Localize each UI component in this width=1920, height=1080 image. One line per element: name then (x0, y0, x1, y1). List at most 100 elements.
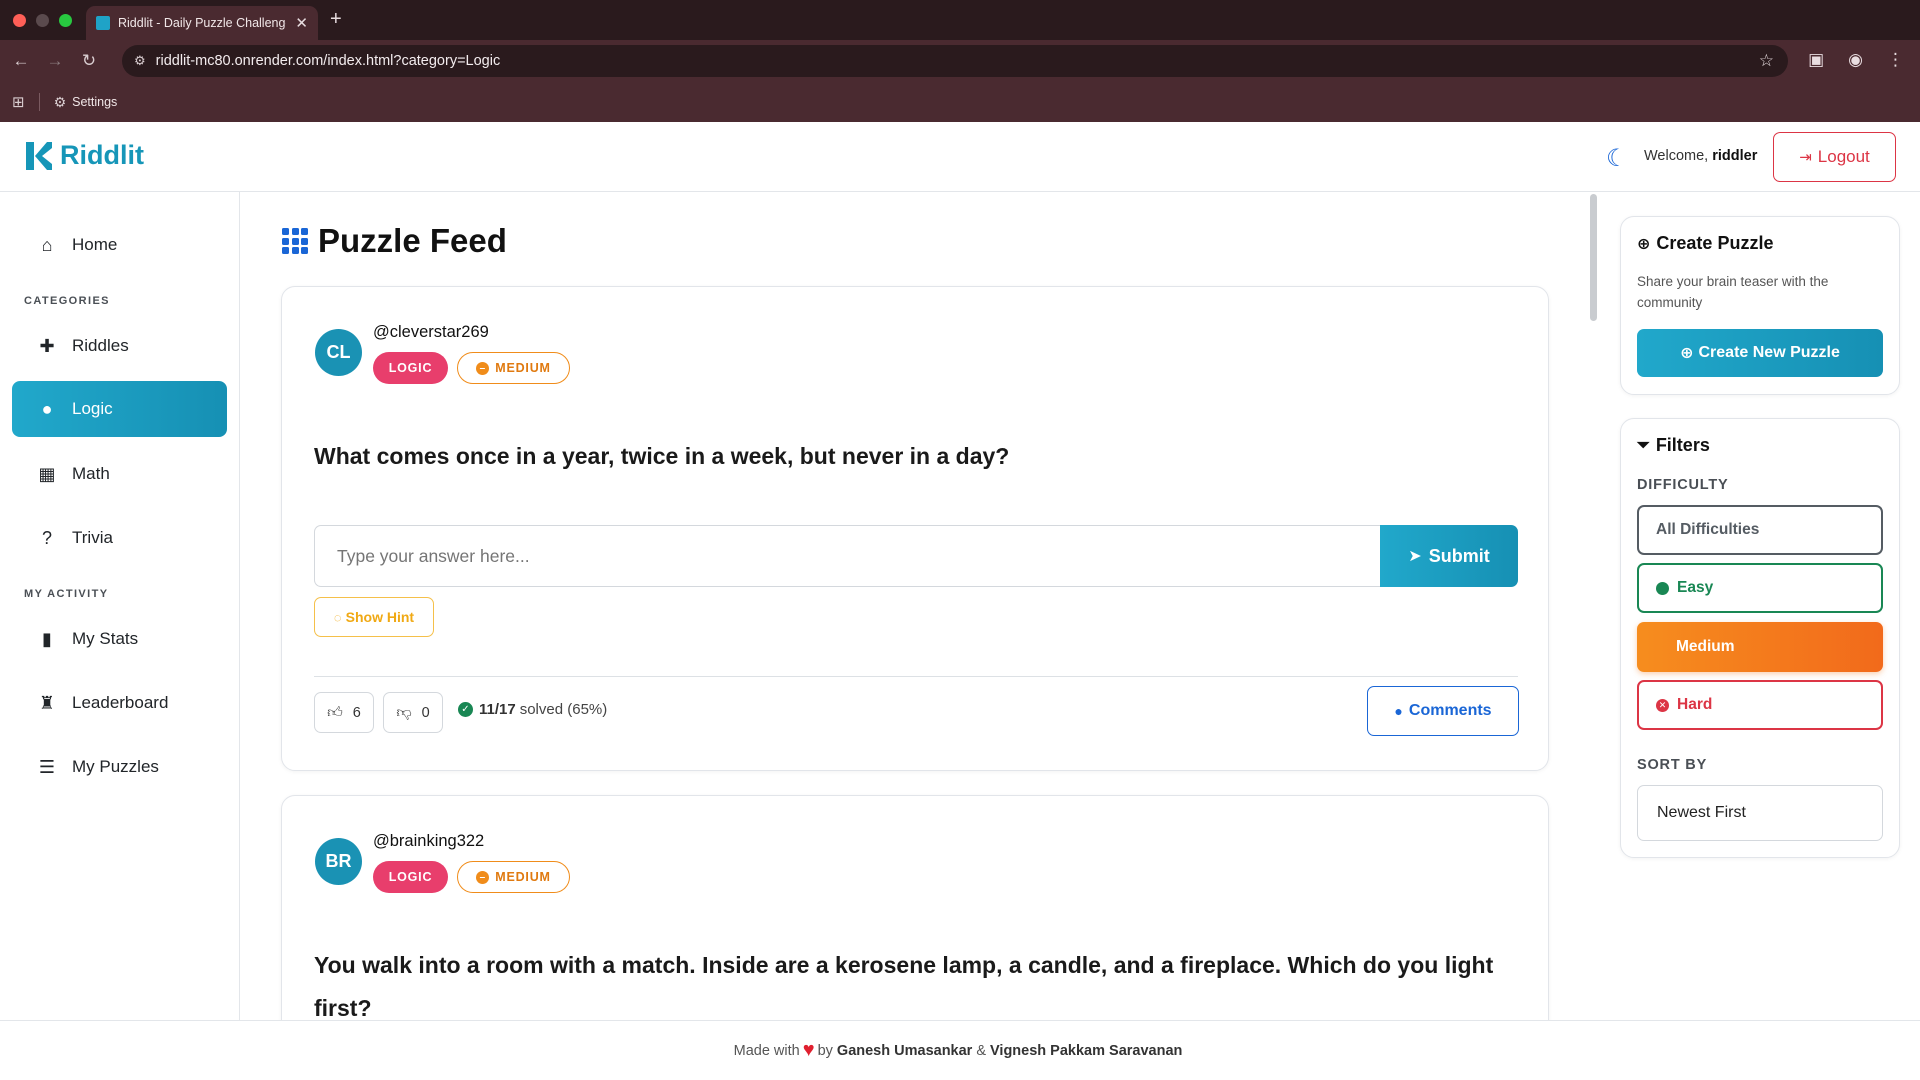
sidebar-item-logic[interactable]: ● Logic (12, 381, 227, 437)
medium-dash-icon: – (476, 870, 490, 884)
sidebar-item-leaderboard[interactable]: ♜ Leaderboard (12, 675, 227, 731)
sidebar-item-home[interactable]: ⌂ Home (12, 217, 227, 273)
create-puzzle-panel: ⊕ Create Puzzle Share your brain teaser … (1620, 216, 1900, 395)
address-bar-row: ← → ↻ ⚙ riddlit-mc80.onrender.com/index.… (0, 40, 1920, 82)
riddlit-logo-icon (26, 141, 52, 170)
puzzle-card: CL @cleverstar269 LOGIC – MEDIUM What co… (281, 286, 1549, 771)
difficulty-heading: DIFFICULTY (1637, 477, 1729, 493)
send-icon: ➤ (1408, 548, 1422, 565)
post-author[interactable]: @brainking322 (373, 832, 484, 851)
logout-button[interactable]: ⇥ Logout (1773, 132, 1896, 182)
hint-label: Show Hint (345, 609, 415, 625)
sidebar-item-label: Home (72, 235, 118, 254)
brand-logo-link[interactable]: Riddlit (26, 140, 144, 171)
sidebar-item-math[interactable]: ▦ Math (12, 446, 227, 502)
scrollbar-thumb[interactable] (1590, 194, 1597, 321)
scrollbar[interactable] (1588, 192, 1598, 322)
logout-icon: ⇥ (1799, 149, 1812, 166)
solved-suffix: solved (65%) (519, 701, 608, 718)
create-button-label: Create New Puzzle (1698, 344, 1840, 361)
submit-button[interactable]: ➤ Submit (1380, 525, 1518, 587)
logout-label: Logout (1817, 147, 1870, 166)
filter-medium-button[interactable]: Medium (1637, 622, 1883, 672)
profile-icon[interactable]: ◉ (1848, 50, 1863, 70)
close-window-button[interactable] (13, 13, 26, 27)
answer-input[interactable] (314, 525, 1382, 587)
bookmarks-divider (38, 93, 40, 111)
filters-title: ⏷ Filters (1637, 435, 1710, 456)
browser-tab[interactable]: Riddlit - Daily Puzzle Challenge ✕ (86, 6, 318, 40)
sidebar-item-trivia[interactable]: ? Trivia (12, 510, 227, 566)
filter-label: All Difficulties (1656, 521, 1760, 538)
trophy-icon: ♜ (38, 692, 56, 713)
filters-title-text: Filters (1655, 435, 1710, 455)
bookmarks-bar: ⊞ ⚙ Settings (0, 82, 1920, 122)
puzzle-card: BR @brainking322 LOGIC – MEDIUM You walk… (281, 795, 1549, 1055)
thumbs-up-icon: 👍︎ (327, 703, 343, 721)
bar-chart-icon: ▮ (42, 628, 52, 649)
sidebar-item-label: Leaderboard (72, 693, 169, 712)
browser-toolbar-right: ▣ ◉ ⋮ (1808, 50, 1904, 70)
sidebar-item-my-stats[interactable]: ▮ My Stats (12, 611, 227, 667)
sidebar-item-my-puzzles[interactable]: ☰ My Puzzles (12, 739, 227, 795)
new-tab-icon[interactable]: + (330, 8, 342, 31)
calculator-icon: ▦ (38, 463, 56, 484)
bookmark-star-icon[interactable]: ☆ (1759, 51, 1774, 71)
post-author[interactable]: @cleverstar269 (373, 323, 489, 342)
browser-menu-icon[interactable]: ⋮ (1887, 50, 1904, 70)
create-puzzle-description: Share your brain teaser with the communi… (1637, 274, 1829, 310)
minimize-window-button[interactable] (36, 13, 49, 27)
tab-close-icon[interactable]: ✕ (295, 14, 308, 32)
footer-author-2: Vignesh Pakkam Saravanan (990, 1042, 1183, 1059)
reload-icon[interactable]: ↻ (72, 51, 106, 71)
difficulty-badge: – MEDIUM (457, 352, 570, 384)
plus-circle-icon: ⊕ (1637, 235, 1651, 253)
url-bar[interactable]: ⚙ riddlit-mc80.onrender.com/index.html?c… (122, 45, 1788, 77)
difficulty-label: MEDIUM (495, 361, 551, 375)
dislike-button[interactable]: 👎︎ 0 (383, 692, 443, 733)
apps-grid-icon[interactable]: ⊞ (12, 93, 25, 111)
grid-icon (282, 228, 308, 254)
reader-mode-icon[interactable]: ▣ (1808, 50, 1824, 70)
category-badge: LOGIC (373, 352, 448, 384)
categories-heading: CATEGORIES (24, 295, 110, 307)
footer: Made with ♥ by Ganesh Umasankar & Vignes… (0, 1020, 1920, 1080)
x-circle-icon: ✕ (1656, 698, 1669, 712)
sort-select[interactable]: Newest First (1637, 785, 1883, 841)
difficulty-label: MEDIUM (495, 870, 551, 884)
create-title-text: Create Puzzle (1656, 233, 1774, 253)
maximize-window-button[interactable] (59, 13, 72, 27)
comments-button[interactable]: ● Comments (1367, 686, 1519, 736)
filter-label: Medium (1676, 638, 1735, 655)
show-hint-button[interactable]: ◌ Show Hint (314, 597, 434, 637)
filter-easy-button[interactable]: Easy (1637, 563, 1883, 613)
page-title: Puzzle Feed (282, 222, 507, 260)
funnel-icon: ⏷ (1637, 436, 1650, 454)
site-info-icon[interactable]: ⚙ (134, 53, 146, 69)
submit-label: Submit (1428, 545, 1490, 566)
footer-ampersand: & (976, 1042, 986, 1059)
browser-tab-bar: Riddlit - Daily Puzzle Challenge ✕ + (0, 0, 1920, 40)
sidebar-item-label: Trivia (72, 528, 113, 547)
bookmark-settings[interactable]: Settings (72, 95, 117, 109)
like-count: 6 (352, 704, 361, 721)
app-header: Riddlit ☾ Welcome, riddler ⇥ Logout (0, 122, 1920, 192)
filter-all-difficulties-button[interactable]: All Difficulties (1637, 505, 1883, 555)
filter-hard-button[interactable]: ✕ Hard (1637, 680, 1883, 730)
window-controls (13, 13, 72, 27)
welcome-prefix: Welcome, (1644, 148, 1709, 164)
like-button[interactable]: 👍︎ 6 (314, 692, 374, 733)
settings-gear-icon: ⚙ (53, 93, 67, 110)
solved-stats: ✓ 11/17 solved (65%) (458, 701, 607, 718)
forward-icon[interactable]: → (38, 51, 72, 71)
back-icon[interactable]: ← (4, 51, 38, 71)
dark-mode-toggle-icon[interactable]: ☾ (1606, 144, 1628, 173)
lightbulb-icon: ● (41, 398, 53, 419)
create-new-puzzle-button[interactable]: ⊕ Create New Puzzle (1637, 329, 1883, 377)
sidebar-item-riddles[interactable]: ✚ Riddles (12, 318, 227, 374)
favicon-icon (96, 16, 110, 30)
puzzle-question: What comes once in a year, twice in a we… (314, 443, 1010, 469)
sidebar-item-label: Logic (72, 399, 113, 418)
filter-label: Easy (1677, 579, 1714, 596)
easy-dot-icon (1656, 581, 1669, 595)
